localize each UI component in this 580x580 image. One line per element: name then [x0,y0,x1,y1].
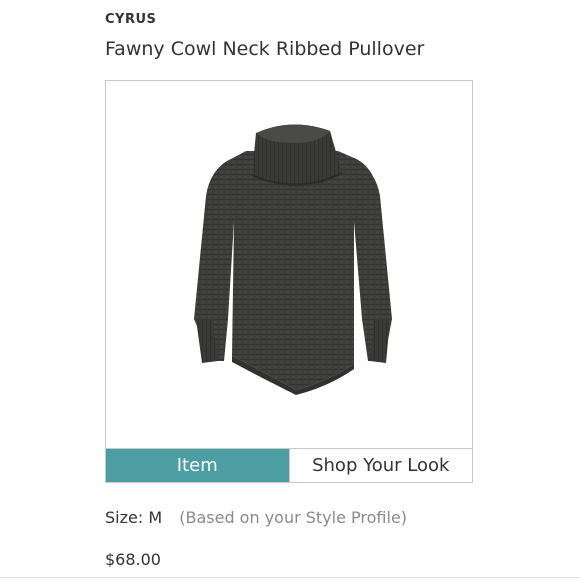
brand-name: CYRUS [105,12,157,27]
sweater-image [194,124,392,395]
size-note: (Based on your Style Profile) [179,508,408,527]
sweater-photo[interactable] [106,81,472,450]
size-value: M [148,508,163,527]
product-card: Item Shop Your Look [105,80,473,483]
product-title: Fawny Cowl Neck Ribbed Pullover [105,38,425,60]
tab-item[interactable]: Item [106,449,289,482]
view-tabs: Item Shop Your Look [106,448,472,482]
divider [0,577,580,578]
tab-shop-your-look[interactable]: Shop Your Look [288,449,472,482]
size-label: Size: [105,508,144,527]
price: $68.00 [105,550,161,569]
size-info: Size: M (Based on your Style Profile) [105,508,407,527]
